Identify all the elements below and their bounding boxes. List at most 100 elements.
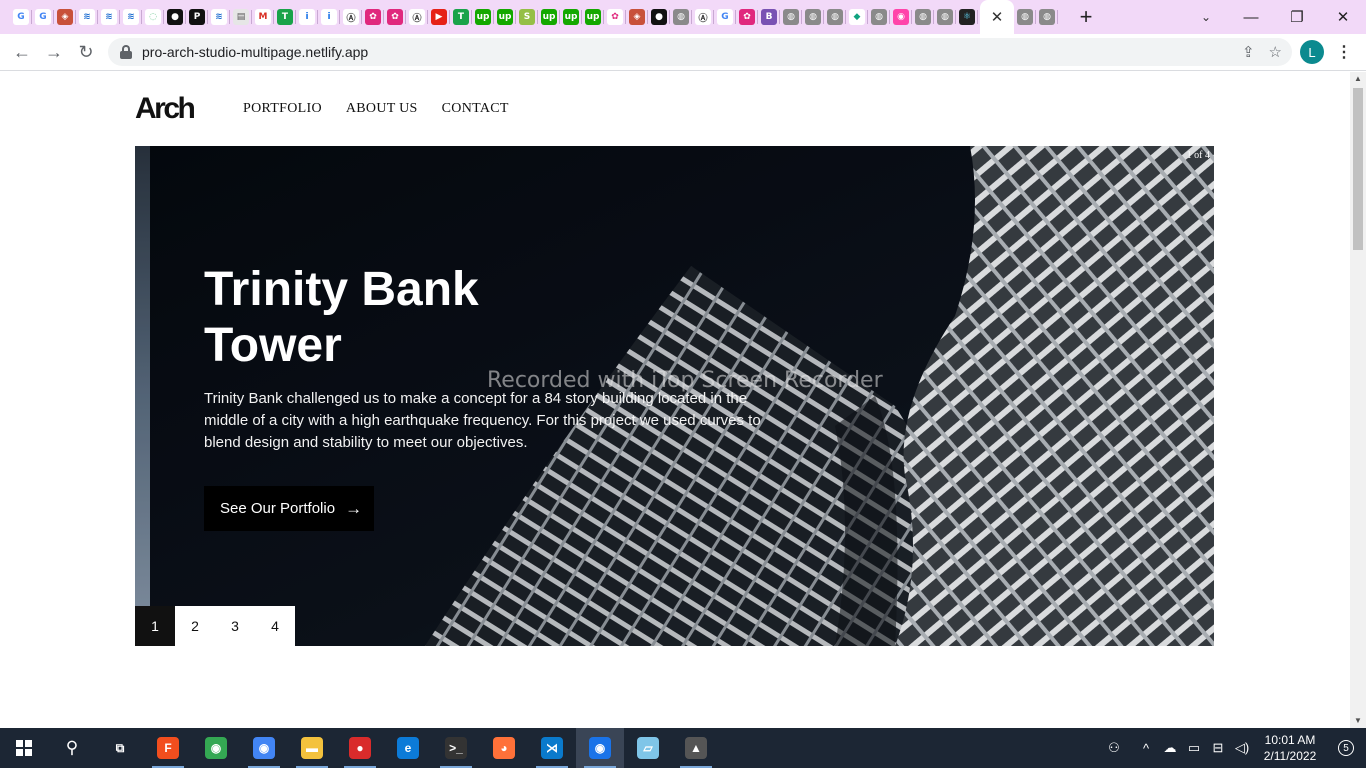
notification-center-icon[interactable]: 5 xyxy=(1326,728,1366,768)
browser-tab[interactable]: B xyxy=(758,0,780,34)
browser-tab[interactable]: up xyxy=(560,0,582,34)
volume-icon[interactable]: ◁) xyxy=(1230,740,1254,756)
profile-avatar[interactable]: L xyxy=(1300,40,1324,64)
browser-tab[interactable]: ◍ xyxy=(670,0,692,34)
screen-recorder-icon[interactable]: ● xyxy=(336,728,384,768)
new-tab-plus-icon[interactable]: + xyxy=(1074,6,1098,28)
nav-link-about-us[interactable]: ABOUT US xyxy=(346,101,418,117)
photos-icon[interactable]: ▲ xyxy=(672,728,720,768)
browser-tab[interactable]: ▤ xyxy=(230,0,252,34)
browser-tab[interactable]: ⚛ xyxy=(956,0,978,34)
browser-tab[interactable]: ≋ xyxy=(76,0,98,34)
browser-tab[interactable]: ✿ xyxy=(362,0,384,34)
site-logo[interactable]: Arch xyxy=(135,92,196,126)
browser-tab[interactable]: ◈ xyxy=(54,0,76,34)
bookmark-star-icon[interactable]: ☆ xyxy=(1269,43,1282,61)
nav-link-portfolio[interactable]: PORTFOLIO xyxy=(243,101,322,117)
browser-tab[interactable]: ◌ xyxy=(142,0,164,34)
browser-tab[interactable]: ✿ xyxy=(736,0,758,34)
browser-tab[interactable]: Ⓐ xyxy=(340,0,362,34)
browser-tab[interactable]: up xyxy=(582,0,604,34)
slide-page-4[interactable]: 4 xyxy=(255,606,295,646)
task-view-icon[interactable]: ⧉ xyxy=(96,728,144,768)
browser-tab[interactable]: M xyxy=(252,0,274,34)
browser-tab[interactable]: ◍ xyxy=(802,0,824,34)
people-icon[interactable]: ⚇ xyxy=(1102,740,1126,756)
tab-search-chevron-icon[interactable]: ⌄ xyxy=(1196,0,1216,34)
browser-tab[interactable]: ≋ xyxy=(208,0,230,34)
browser-tab[interactable]: up xyxy=(472,0,494,34)
browser-tab[interactable]: ≋ xyxy=(98,0,120,34)
menu-kebab-icon[interactable]: ⋮ xyxy=(1336,38,1352,66)
browser-tab[interactable]: ◍ xyxy=(934,0,956,34)
reload-icon[interactable]: ↻ xyxy=(70,36,102,68)
network-icon[interactable]: ⊟ xyxy=(1206,740,1230,756)
see-portfolio-button[interactable]: See Our Portfolio → xyxy=(204,486,374,531)
back-arrow-icon[interactable]: ← xyxy=(6,36,38,68)
browser-tab[interactable]: S xyxy=(516,0,538,34)
close-window-icon[interactable]: ✕ xyxy=(1320,0,1366,34)
address-bar[interactable]: pro-arch-studio-multipage.netlify.app ⇪ … xyxy=(108,38,1292,66)
active-tab-close-icon[interactable]: ✕ xyxy=(980,0,1014,34)
search-icon[interactable]: ⚲ xyxy=(48,728,96,768)
browser-tab[interactable]: P xyxy=(186,0,208,34)
scroll-up-icon[interactable]: ▲ xyxy=(1350,72,1366,86)
slide-page-2[interactable]: 2 xyxy=(175,606,215,646)
recorder-watermark: Recorded with iTop Screen Recorder xyxy=(487,368,883,393)
browser-tab[interactable]: ◍ xyxy=(1036,0,1058,34)
nav-link-contact[interactable]: CONTACT xyxy=(442,101,509,117)
lock-icon[interactable] xyxy=(120,45,132,59)
browser-tab[interactable]: ≋ xyxy=(120,0,142,34)
chrome-icon[interactable]: ◉ xyxy=(192,728,240,768)
browser-tab[interactable]: ● xyxy=(648,0,670,34)
browser-tab[interactable]: i xyxy=(296,0,318,34)
browser-tab[interactable]: up xyxy=(538,0,560,34)
browser-tab[interactable]: ✿ xyxy=(604,0,626,34)
onedrive-cloud-icon[interactable]: ☁ xyxy=(1158,740,1182,756)
browser-tab[interactable]: ◆ xyxy=(846,0,868,34)
chrome-profile-icon[interactable]: ◉ xyxy=(240,728,288,768)
page-scrollbar[interactable]: ▲ ▼ xyxy=(1350,72,1366,728)
browser-tab[interactable]: ◉ xyxy=(890,0,912,34)
browser-tab[interactable]: G xyxy=(714,0,736,34)
browser-tab[interactable]: ◍ xyxy=(868,0,890,34)
forward-arrow-icon[interactable]: → xyxy=(38,36,70,68)
browser-tab[interactable]: T xyxy=(450,0,472,34)
file-explorer-icon[interactable]: ▬ xyxy=(288,728,336,768)
browser-tab[interactable]: ● xyxy=(164,0,186,34)
slide-page-3[interactable]: 3 xyxy=(215,606,255,646)
terminal-icon[interactable]: >_ xyxy=(432,728,480,768)
browser-tab[interactable]: ◍ xyxy=(780,0,802,34)
browser-tab[interactable]: G xyxy=(32,0,54,34)
browser-tab[interactable]: up xyxy=(494,0,516,34)
scrollbar-thumb[interactable] xyxy=(1353,88,1363,250)
browser-tab[interactable]: ▶ xyxy=(428,0,450,34)
chrome-active-icon[interactable]: ◉ xyxy=(576,728,624,768)
browser-tab[interactable]: ◍ xyxy=(912,0,934,34)
figma-icon[interactable]: F xyxy=(144,728,192,768)
minimize-icon[interactable]: — xyxy=(1228,0,1274,34)
browser-tab[interactable]: T xyxy=(274,0,296,34)
browser-tab[interactable]: Ⓐ xyxy=(692,0,714,34)
restore-icon[interactable]: ❐ xyxy=(1274,0,1320,34)
browser-tab[interactable]: ◈ xyxy=(626,0,648,34)
start-button[interactable] xyxy=(0,728,48,768)
browser-tab[interactable]: ◍ xyxy=(1014,0,1036,34)
notepad-icon[interactable]: ▱ xyxy=(624,728,672,768)
slide-page-1[interactable]: 1 xyxy=(135,606,175,646)
browser-tab[interactable]: ✿ xyxy=(384,0,406,34)
firefox-icon[interactable]: ◕ xyxy=(480,728,528,768)
browser-tab[interactable]: ◍ xyxy=(824,0,846,34)
share-icon[interactable]: ⇪ xyxy=(1242,43,1255,61)
battery-icon[interactable]: ▭ xyxy=(1182,740,1206,756)
browser-tab[interactable]: i xyxy=(318,0,340,34)
flower-icon: ✿ xyxy=(365,9,381,25)
edge-icon[interactable]: e xyxy=(384,728,432,768)
vscode-icon[interactable]: ⋊ xyxy=(528,728,576,768)
chevron-up-icon[interactable]: ^ xyxy=(1134,741,1158,756)
browser-tab[interactable]: G xyxy=(10,0,32,34)
browser-tab[interactable]: Ⓐ xyxy=(406,0,428,34)
scroll-down-icon[interactable]: ▼ xyxy=(1350,714,1366,728)
taskbar-clock[interactable]: 10:01 AM 2/11/2022 xyxy=(1254,732,1326,764)
url-text[interactable]: pro-arch-studio-multipage.netlify.app xyxy=(142,44,368,60)
